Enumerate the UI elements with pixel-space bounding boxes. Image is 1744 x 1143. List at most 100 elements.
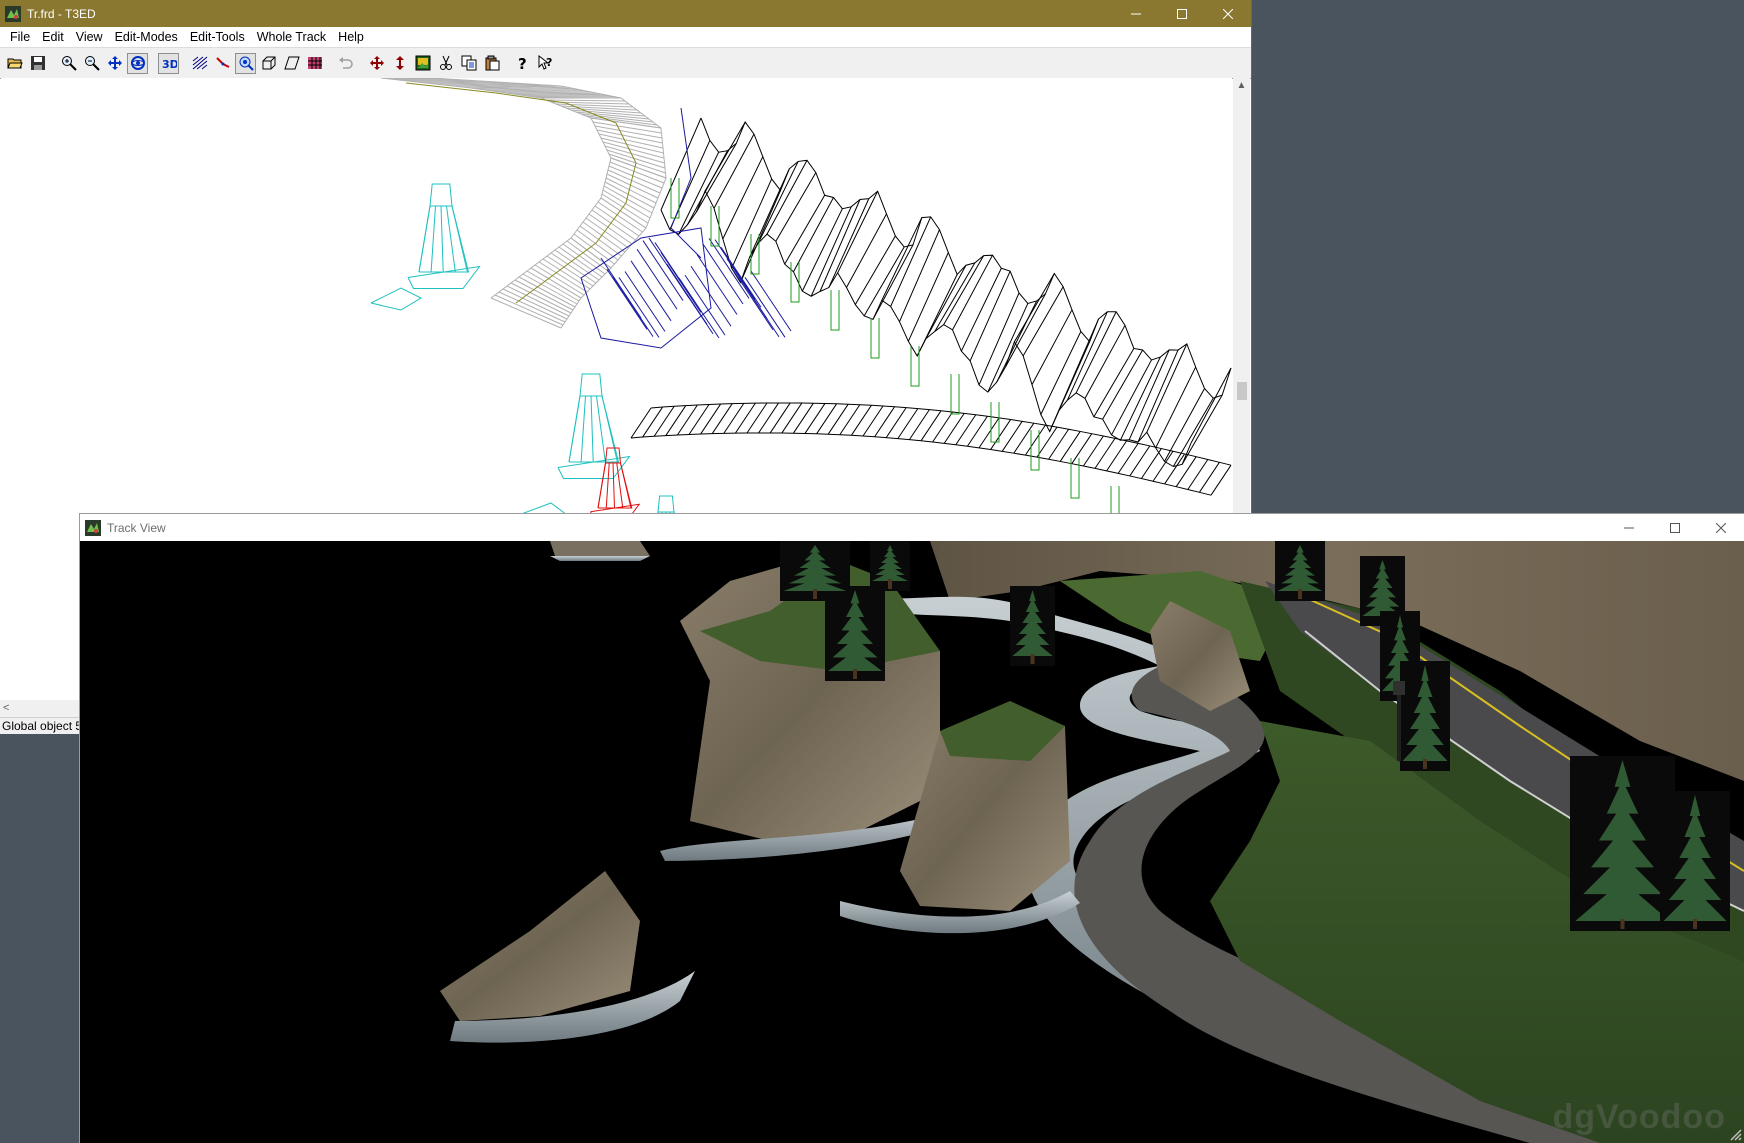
paste-button[interactable] (481, 53, 502, 74)
wire-segment (606, 269, 648, 330)
wire-segment (744, 277, 786, 338)
wire-segment (943, 413, 965, 444)
menu-edit-modes[interactable]: Edit-Modes (109, 27, 184, 47)
wire-segment (801, 208, 843, 292)
wire-segment (1059, 431, 1081, 462)
zoom-in-button[interactable] (58, 53, 79, 74)
menu-file[interactable]: File (4, 27, 36, 47)
wire-segment (862, 405, 884, 437)
track-maximize-button[interactable] (1652, 514, 1698, 541)
wire-segment (960, 268, 1002, 352)
help-button[interactable]: ? (512, 53, 533, 74)
track-view-window: Track View dgVoodoo (80, 514, 1744, 1143)
menu-help[interactable]: Help (332, 27, 370, 47)
track-view-titlebar[interactable]: Track View (80, 514, 1744, 541)
road-mode-button[interactable] (212, 53, 233, 74)
wire-segment (987, 303, 1029, 393)
wire-polyline (830, 290, 840, 331)
move-button[interactable] (366, 53, 387, 74)
texture-mode-button[interactable] (304, 53, 325, 74)
track-minimize-button[interactable] (1606, 514, 1652, 541)
wire-segment (630, 407, 652, 439)
rotate-view-button[interactable] (127, 52, 148, 74)
wire-segment (874, 406, 896, 438)
polygon-icon (262, 56, 275, 70)
wire-segment (585, 217, 629, 249)
face-icon (283, 56, 300, 70)
main-titlebar[interactable]: Tr.frd - T3ED (0, 0, 1251, 27)
wire-segment (1082, 435, 1104, 467)
wire-segment (597, 201, 643, 233)
wire-segment (792, 402, 814, 434)
wire-segment (816, 403, 838, 435)
wire-segment (1093, 348, 1135, 418)
face-mode-button[interactable] (281, 53, 302, 74)
pan-button[interactable] (104, 53, 125, 74)
3d-track-viewport[interactable]: dgVoodoo (80, 541, 1744, 1143)
wire-segment (591, 209, 636, 241)
wire-segment (594, 205, 640, 237)
wire-segment (899, 229, 940, 322)
wire-segment (722, 156, 764, 240)
context-help-button[interactable]: ? (535, 53, 556, 74)
wire-segment (827, 403, 849, 435)
t3ed-app-icon (85, 519, 101, 536)
status-text: Global object 5 (2, 719, 83, 733)
wire-polyline (657, 495, 675, 513)
undo-button[interactable] (335, 53, 356, 74)
wire-segment (642, 406, 664, 438)
wire-segment (784, 195, 826, 265)
cut-icon (439, 55, 452, 70)
scroll-left-icon[interactable]: < (3, 700, 9, 717)
object-mode-button[interactable] (235, 52, 256, 74)
tree-trunk (1693, 919, 1697, 929)
wire-segment (897, 408, 919, 439)
wire-segment (1013, 273, 1055, 343)
wire-segment (1001, 421, 1023, 452)
vertical-move-button[interactable] (389, 53, 410, 74)
menu-edit[interactable]: Edit (36, 27, 70, 47)
polygon-mode-button[interactable] (258, 53, 279, 74)
menu-view[interactable]: View (70, 27, 109, 47)
move-view-icon (107, 56, 122, 70)
zoom-out-button[interactable] (81, 53, 102, 74)
wire-segment (506, 285, 570, 317)
3d-scene[interactable] (80, 541, 1744, 1143)
window-title: Tr.frd - T3ED (27, 6, 96, 21)
wire-segment (1181, 394, 1223, 465)
copy-button[interactable] (458, 53, 479, 74)
menu-edit-tools[interactable]: Edit-Tools (184, 27, 251, 47)
3d-view-button[interactable]: 3D (158, 52, 179, 74)
vertical-scroll-thumb[interactable] (1237, 382, 1247, 400)
wire-segment (545, 99, 626, 102)
3d-view-icon: 3D (162, 58, 177, 71)
resize-grip-icon[interactable] (1726, 1125, 1742, 1141)
wire-segment (881, 217, 923, 301)
maximize-button[interactable] (1159, 0, 1205, 27)
scroll-up-icon[interactable]: ▲ (1233, 80, 1250, 91)
menu-whole-track[interactable]: Whole Track (251, 27, 332, 47)
track-close-button[interactable] (1698, 514, 1744, 541)
wire-segment (1102, 349, 1144, 420)
wire-segment (757, 161, 799, 244)
image-button[interactable] (412, 53, 433, 74)
open-button[interactable] (4, 53, 25, 74)
cut-button[interactable] (435, 53, 456, 74)
wire-segment (708, 238, 750, 299)
tree-trunk (888, 579, 892, 589)
svg-text:?: ? (518, 55, 527, 71)
wire-polyline (670, 107, 702, 259)
wire-segment (863, 246, 905, 317)
wire-segment (665, 405, 687, 436)
wire-segment (769, 402, 791, 434)
wire-segment (854, 235, 896, 305)
dgvoodoo-watermark: dgVoodoo (1552, 1098, 1726, 1136)
minimize-button[interactable] (1113, 0, 1159, 27)
help-icon: ? (518, 55, 527, 71)
wire-segment (605, 462, 610, 509)
save-button[interactable] (27, 53, 48, 74)
close-button[interactable] (1205, 0, 1251, 27)
terrain-mode-button[interactable] (189, 53, 210, 74)
wire-segment (568, 395, 581, 463)
wire-segment (704, 121, 746, 192)
